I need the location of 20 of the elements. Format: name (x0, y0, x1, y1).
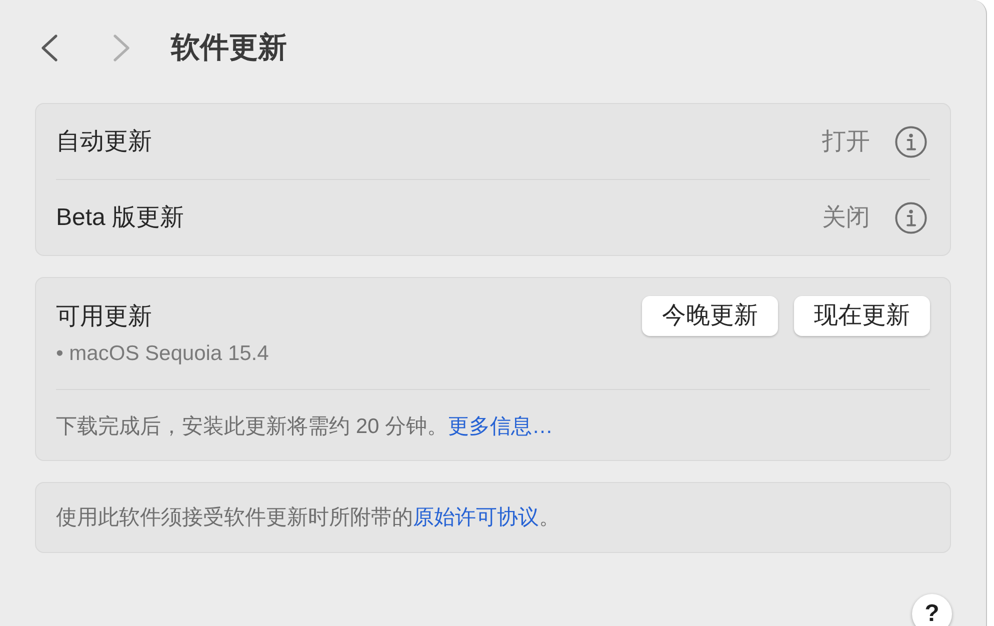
install-time-note: 下载完成后，安装此更新将需约 20 分钟。更多信息… (56, 414, 554, 440)
license-note: 使用此软件须接受软件更新时所附带的原始许可协议。 (56, 504, 560, 530)
info-button[interactable] (895, 126, 927, 158)
info-icon (895, 202, 927, 234)
setting-value: 关闭 (822, 202, 870, 232)
chevron-right-icon (113, 34, 131, 62)
update-button[interactable]: 今晚更新 (642, 296, 778, 336)
info-icon (895, 126, 927, 158)
update-button[interactable]: 现在更新 (794, 296, 930, 336)
setting-value: 打开 (822, 126, 870, 156)
page-title: 软件更新 (171, 30, 287, 66)
help-button[interactable]: ? (912, 594, 952, 626)
chevron-left-icon (40, 34, 58, 62)
setting-label: 自动更新 (56, 126, 152, 156)
setting-label: Beta 版更新 (56, 202, 184, 232)
update-item: • macOS Sequoia 15.4 (56, 341, 269, 367)
section-title: 可用更新 (56, 302, 152, 332)
license-link[interactable]: 原始许可协议 (413, 506, 539, 528)
more-info-link[interactable]: 更多信息… (448, 415, 554, 438)
info-button[interactable] (895, 202, 927, 234)
